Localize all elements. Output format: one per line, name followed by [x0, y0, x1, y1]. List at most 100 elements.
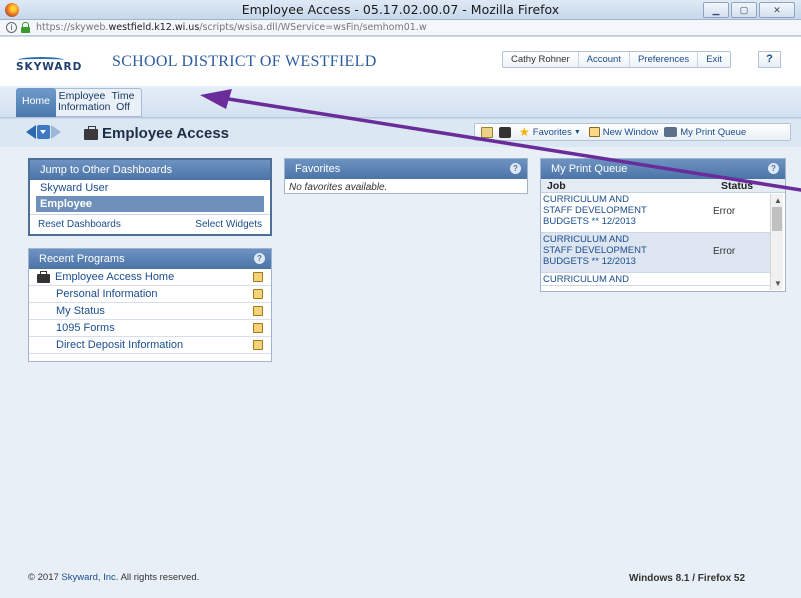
tab-label-line2: Information [58, 101, 111, 113]
job-name: CURRICULUM AND [543, 234, 630, 245]
reset-dashboards-link[interactable]: Reset Dashboards [38, 219, 121, 230]
url-domain: westfield.k12.wi.us [108, 22, 200, 33]
tab-time-off[interactable]: Time Off [106, 88, 140, 117]
history-nav [26, 125, 61, 139]
briefcase-icon [37, 271, 50, 283]
url-prefix: https://skyweb. [36, 22, 109, 33]
help-icon[interactable]: ? [510, 163, 521, 174]
history-dropdown-icon[interactable] [37, 125, 50, 139]
jump-footer: Reset Dashboards Select Widgets [30, 214, 270, 230]
new-window-icon[interactable] [253, 323, 263, 333]
new-window-icon[interactable] [253, 306, 263, 316]
panel-header: Jump to Other Dashboards [30, 160, 270, 180]
dashboard-content: Jump to Other Dashboards Skyward User Em… [0, 147, 801, 598]
url-bar[interactable]: i https://skyweb.westfield.k12.wi.us/scr… [0, 20, 801, 36]
minimize-button[interactable]: ▁ [703, 2, 729, 18]
job-name: BUDGETS ** 12/2013 [543, 216, 636, 227]
job-status: Error [713, 206, 736, 217]
help-icon[interactable]: ? [254, 253, 265, 264]
back-arrow-icon[interactable] [26, 125, 36, 139]
table-row[interactable]: CURRICULUM AND STAFF DEVELOPMENT BUDGETS… [541, 233, 770, 273]
print-queue-button[interactable]: My Print Queue [680, 127, 746, 138]
new-window-icon[interactable] [253, 340, 263, 350]
close-button[interactable]: ✕ [759, 2, 795, 18]
window-title: Employee Access - 05.17.02.00.07 - Mozil… [241, 2, 560, 17]
list-item-label: My Status [56, 305, 105, 317]
district-name: SCHOOL DISTRICT OF WESTFIELD [112, 53, 377, 70]
help-icon[interactable]: ? [768, 163, 779, 174]
briefcase-icon [84, 126, 98, 140]
list-item[interactable]: My Status [29, 303, 271, 320]
tab-employee-information[interactable]: Employee Information [58, 88, 111, 117]
table-row[interactable]: CURRICULUM AND [541, 273, 770, 286]
job-name: CURRICULUM AND [543, 194, 630, 205]
panel-title: My Print Queue [551, 163, 628, 175]
skyward-link[interactable]: Skyward, Inc. [61, 572, 118, 583]
user-nav: Cathy Rohner Account Preferences Exit [502, 51, 732, 68]
scroll-up-icon[interactable]: ▲ [774, 196, 782, 205]
jump-dashboards-panel: Jump to Other Dashboards Skyward User Em… [28, 158, 272, 236]
list-item[interactable]: Personal Information [29, 286, 271, 303]
forward-arrow-icon[interactable] [51, 125, 61, 139]
panel-header: My Print Queue ? [541, 159, 785, 179]
list-item-label: Personal Information [56, 288, 158, 300]
notes-icon[interactable] [481, 126, 493, 138]
column-job: Job [547, 180, 566, 192]
tab-label-line2: Off [116, 101, 130, 113]
scroll-thumb[interactable] [772, 207, 782, 231]
camera-icon[interactable] [499, 126, 511, 138]
dashboard-skyward-user[interactable]: Skyward User [30, 180, 270, 196]
panel-title: Recent Programs [39, 253, 125, 265]
printer-icon[interactable] [664, 127, 678, 137]
maximize-button[interactable]: ▢ [731, 2, 757, 18]
url-text[interactable]: https://skyweb.westfield.k12.wi.us/scrip… [36, 22, 427, 33]
list-item[interactable]: 1095 Forms [29, 320, 271, 337]
list-item-label: 1095 Forms [56, 322, 115, 334]
page-toolbar: ★ Favorites ▼ New Window My Print Queue [474, 123, 791, 141]
list-item-label: Direct Deposit Information [56, 339, 184, 351]
favorites-menu[interactable]: Favorites [533, 127, 572, 138]
list-item[interactable]: Direct Deposit Information [29, 337, 271, 354]
panel-title: Favorites [295, 163, 341, 175]
tab-home-label: Home [21, 95, 50, 107]
user-name: Cathy Rohner [503, 52, 579, 67]
job-name: CURRICULUM AND [543, 274, 630, 285]
preferences-link[interactable]: Preferences [630, 52, 699, 67]
recent-programs-panel: Recent Programs ? Employee Access Home P… [28, 248, 272, 362]
exit-link[interactable]: Exit [698, 52, 730, 67]
favorites-panel: Favorites ? No favorites available. [284, 158, 528, 194]
table-row[interactable]: CURRICULUM AND STAFF DEVELOPMENT BUDGETS… [541, 193, 770, 233]
help-button[interactable]: ? [758, 51, 781, 68]
page-title: Employee Access [102, 125, 230, 142]
star-icon[interactable]: ★ [519, 125, 530, 139]
queue-scrollbar[interactable]: ▲ ▼ [770, 194, 783, 290]
new-window-icon[interactable] [588, 127, 600, 137]
logo-text: SKYWARD [16, 61, 83, 73]
tab-home[interactable]: Home [16, 88, 56, 117]
select-widgets-link[interactable]: Select Widgets [195, 219, 262, 230]
panel-header: Favorites ? [285, 159, 527, 179]
copyright: © 2017 Skyward, Inc. All rights reserved… [28, 572, 199, 583]
scroll-down-icon[interactable]: ▼ [774, 279, 782, 288]
table-header: Job Status [541, 179, 785, 193]
url-path: /scripts/wsisa.dll/WService=wsFin/semhom… [199, 22, 427, 33]
system-info: Windows 8.1 / Firefox 52 [629, 573, 746, 584]
tab-strip: Home Employee Information Time Off [0, 86, 801, 118]
list-item[interactable]: Employee Access Home [29, 269, 271, 286]
dashboard-employee[interactable]: Employee [36, 196, 264, 212]
job-name: STAFF DEVELOPMENT [543, 245, 647, 256]
new-window-icon[interactable] [253, 289, 263, 299]
copyright-suffix: All rights reserved. [118, 572, 200, 583]
job-status: Error [713, 246, 736, 257]
chevron-down-icon[interactable]: ▼ [574, 129, 581, 136]
column-status: Status [721, 180, 754, 192]
account-link[interactable]: Account [579, 52, 630, 67]
new-window-icon[interactable] [253, 272, 263, 282]
site-header: SKYWARD SCHOOL DISTRICT OF WESTFIELD Cat… [0, 37, 801, 86]
lock-icon[interactable] [21, 22, 30, 33]
info-icon[interactable]: i [6, 22, 17, 33]
job-name: STAFF DEVELOPMENT [543, 205, 647, 216]
new-window-button[interactable]: New Window [603, 127, 658, 138]
job-name: BUDGETS ** 12/2013 [543, 256, 636, 267]
skyward-logo: SKYWARD [16, 57, 81, 75]
